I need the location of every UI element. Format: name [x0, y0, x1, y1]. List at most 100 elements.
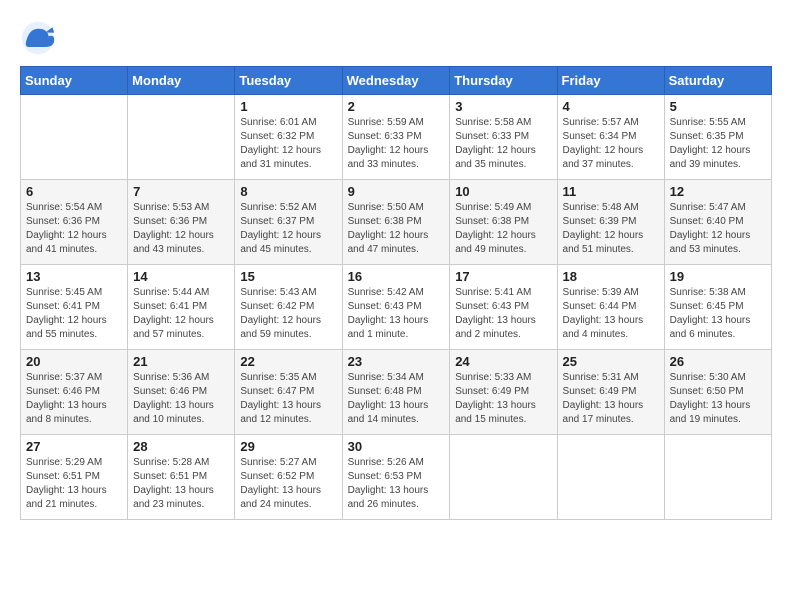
calendar-cell: 1 Sunrise: 6:01 AM Sunset: 6:32 PM Daylig… — [235, 95, 342, 180]
calendar-cell: 29Sunrise: 5:27 AM Sunset: 6:52 PM Dayli… — [235, 435, 342, 520]
day-number: 1 — [240, 99, 336, 114]
day-number: 18 — [563, 269, 659, 284]
calendar-cell: 14 Sunrise: 5:44 AM Sunset: 6:41 PM Dayli… — [128, 265, 235, 350]
day-info: Sunrise: 5:39 AM Sunset: 6:44 PM Dayligh… — [563, 286, 659, 342]
day-number: 29 — [240, 439, 336, 454]
calendar-week-row: 6 Sunrise: 5:54 AM Sunset: 6:36 PM Daylig… — [21, 180, 772, 265]
day-info: Sunrise: 6:01 AM Sunset: 6:32 PM Dayligh… — [240, 116, 336, 172]
calendar-cell — [450, 435, 557, 520]
day-number: 27 — [26, 439, 122, 454]
day-info: Sunrise: 5:30 AM Sunset: 6:50 PM Dayligh… — [670, 371, 766, 427]
calendar-week-row: 13 Sunrise: 5:45 AM Sunset: 6:41 PM Dayli… — [21, 265, 772, 350]
day-number: 4 — [563, 99, 659, 114]
day-info: Sunrise: 5:37 AM Sunset: 6:46 PM Dayligh… — [26, 371, 122, 427]
day-number: 3 — [455, 99, 551, 114]
day-info: Sunrise: 5:42 AM Sunset: 6:43 PM Dayligh… — [348, 286, 445, 342]
calendar-cell: 24 Sunrise: 5:33 AM Sunset: 6:49 PM Dayli… — [450, 350, 557, 435]
calendar-cell: 3 Sunrise: 5:58 AM Sunset: 6:33 PM Daylig… — [450, 95, 557, 180]
day-number: 26 — [670, 354, 766, 369]
day-number: 6 — [26, 184, 122, 199]
calendar-cell: 21 Sunrise: 5:36 AM Sunset: 6:46 PM Dayli… — [128, 350, 235, 435]
day-info: Sunrise: 5:47 AM Sunset: 6:40 PM Dayligh… — [670, 201, 766, 257]
calendar-table: SundayMondayTuesdayWednesdayThursdayFrid… — [20, 66, 772, 520]
page-header — [20, 20, 772, 56]
day-info: Sunrise: 5:49 AM Sunset: 6:38 PM Dayligh… — [455, 201, 551, 257]
calendar-cell: 13 Sunrise: 5:45 AM Sunset: 6:41 PM Dayli… — [21, 265, 128, 350]
day-number: 8 — [240, 184, 336, 199]
day-number: 23 — [348, 354, 445, 369]
calendar-cell — [21, 95, 128, 180]
day-number: 2 — [348, 99, 445, 114]
day-info: Sunrise: 5:54 AM Sunset: 6:36 PM Dayligh… — [26, 201, 122, 257]
day-info: Sunrise: 5:34 AM Sunset: 6:48 PM Dayligh… — [348, 371, 445, 427]
day-header-monday: Monday — [128, 67, 235, 95]
calendar-cell: 2 Sunrise: 5:59 AM Sunset: 6:33 PM Daylig… — [342, 95, 450, 180]
day-number: 9 — [348, 184, 445, 199]
calendar-cell: 18 Sunrise: 5:39 AM Sunset: 6:44 PM Dayli… — [557, 265, 664, 350]
day-info: Sunrise: 5:50 AM Sunset: 6:38 PM Dayligh… — [348, 201, 445, 257]
calendar-cell: 17Sunrise: 5:41 AM Sunset: 6:43 PM Dayli… — [450, 265, 557, 350]
calendar-week-row: 27 Sunrise: 5:29 AM Sunset: 6:51 PM Dayli… — [21, 435, 772, 520]
calendar-cell: 27 Sunrise: 5:29 AM Sunset: 6:51 PM Dayli… — [21, 435, 128, 520]
day-info: Sunrise: 5:48 AM Sunset: 6:39 PM Dayligh… — [563, 201, 659, 257]
day-info: Sunrise: 5:59 AM Sunset: 6:33 PM Dayligh… — [348, 116, 445, 172]
calendar-cell: 4 Sunrise: 5:57 AM Sunset: 6:34 PM Daylig… — [557, 95, 664, 180]
day-number: 25 — [563, 354, 659, 369]
day-info: Sunrise: 5:44 AM Sunset: 6:41 PM Dayligh… — [133, 286, 229, 342]
logo-icon — [20, 20, 56, 56]
calendar-cell: 23 Sunrise: 5:34 AM Sunset: 6:48 PM Dayli… — [342, 350, 450, 435]
calendar-cell: 19 Sunrise: 5:38 AM Sunset: 6:45 PM Dayli… — [664, 265, 771, 350]
day-number: 30 — [348, 439, 445, 454]
day-info: Sunrise: 5:58 AM Sunset: 6:33 PM Dayligh… — [455, 116, 551, 172]
day-header-saturday: Saturday — [664, 67, 771, 95]
day-info: Sunrise: 5:45 AM Sunset: 6:41 PM Dayligh… — [26, 286, 122, 342]
day-number: 16 — [348, 269, 445, 284]
day-number: 20 — [26, 354, 122, 369]
calendar-cell — [128, 95, 235, 180]
day-info: Sunrise: 5:53 AM Sunset: 6:36 PM Dayligh… — [133, 201, 229, 257]
calendar-header-row: SundayMondayTuesdayWednesdayThursdayFrid… — [21, 67, 772, 95]
day-header-tuesday: Tuesday — [235, 67, 342, 95]
day-info: Sunrise: 5:52 AM Sunset: 6:37 PM Dayligh… — [240, 201, 336, 257]
day-header-friday: Friday — [557, 67, 664, 95]
day-number: 15 — [240, 269, 336, 284]
day-number: 11 — [563, 184, 659, 199]
day-info: Sunrise: 5:41 AM Sunset: 6:43 PM Dayligh… — [455, 286, 551, 342]
day-info: Sunrise: 5:31 AM Sunset: 6:49 PM Dayligh… — [563, 371, 659, 427]
day-number: 28 — [133, 439, 229, 454]
day-info: Sunrise: 5:57 AM Sunset: 6:34 PM Dayligh… — [563, 116, 659, 172]
day-number: 22 — [240, 354, 336, 369]
day-number: 24 — [455, 354, 551, 369]
day-info: Sunrise: 5:29 AM Sunset: 6:51 PM Dayligh… — [26, 456, 122, 512]
day-info: Sunrise: 5:28 AM Sunset: 6:51 PM Dayligh… — [133, 456, 229, 512]
day-number: 5 — [670, 99, 766, 114]
calendar-cell: 30 Sunrise: 5:26 AM Sunset: 6:53 PM Dayli… — [342, 435, 450, 520]
day-header-wednesday: Wednesday — [342, 67, 450, 95]
day-info: Sunrise: 5:33 AM Sunset: 6:49 PM Dayligh… — [455, 371, 551, 427]
calendar-cell: 7 Sunrise: 5:53 AM Sunset: 6:36 PM Daylig… — [128, 180, 235, 265]
calendar-cell: 5Sunrise: 5:55 AM Sunset: 6:35 PM Daylig… — [664, 95, 771, 180]
calendar-cell: 22Sunrise: 5:35 AM Sunset: 6:47 PM Dayli… — [235, 350, 342, 435]
day-number: 14 — [133, 269, 229, 284]
day-number: 13 — [26, 269, 122, 284]
calendar-cell: 28 Sunrise: 5:28 AM Sunset: 6:51 PM Dayli… — [128, 435, 235, 520]
calendar-cell: 15 Sunrise: 5:43 AM Sunset: 6:42 PM Dayli… — [235, 265, 342, 350]
day-info: Sunrise: 5:43 AM Sunset: 6:42 PM Dayligh… — [240, 286, 336, 342]
day-header-thursday: Thursday — [450, 67, 557, 95]
calendar-cell: 11 Sunrise: 5:48 AM Sunset: 6:39 PM Dayli… — [557, 180, 664, 265]
calendar-cell: 25 Sunrise: 5:31 AM Sunset: 6:49 PM Dayli… — [557, 350, 664, 435]
day-info: Sunrise: 5:26 AM Sunset: 6:53 PM Dayligh… — [348, 456, 445, 512]
day-number: 21 — [133, 354, 229, 369]
day-info: Sunrise: 5:36 AM Sunset: 6:46 PM Dayligh… — [133, 371, 229, 427]
calendar-cell: 10 Sunrise: 5:49 AM Sunset: 6:38 PM Dayli… — [450, 180, 557, 265]
day-info: Sunrise: 5:38 AM Sunset: 6:45 PM Dayligh… — [670, 286, 766, 342]
day-number: 19 — [670, 269, 766, 284]
calendar-week-row: 1 Sunrise: 6:01 AM Sunset: 6:32 PM Daylig… — [21, 95, 772, 180]
calendar-cell — [557, 435, 664, 520]
calendar-cell: 20 Sunrise: 5:37 AM Sunset: 6:46 PM Dayli… — [21, 350, 128, 435]
calendar-cell: 12Sunrise: 5:47 AM Sunset: 6:40 PM Dayli… — [664, 180, 771, 265]
day-number: 7 — [133, 184, 229, 199]
logo — [20, 20, 60, 56]
calendar-cell: 16 Sunrise: 5:42 AM Sunset: 6:43 PM Dayli… — [342, 265, 450, 350]
day-number: 10 — [455, 184, 551, 199]
